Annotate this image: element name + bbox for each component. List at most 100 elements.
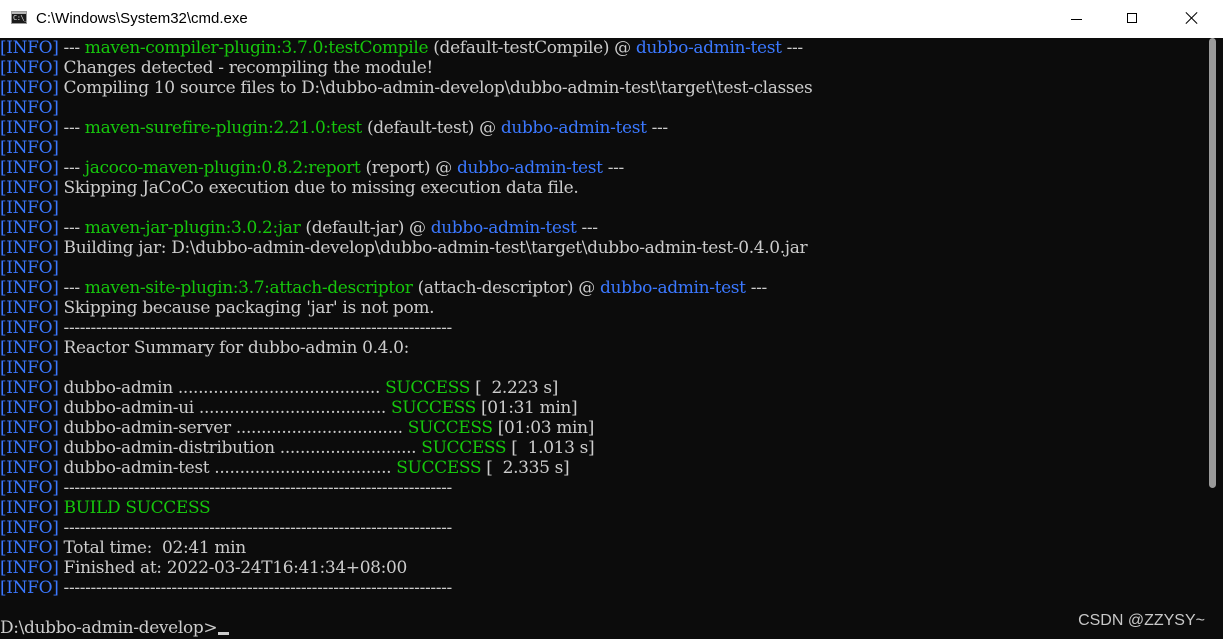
log-text: [ 1.013 s] (506, 438, 595, 458)
success-status: SUCCESS (390, 398, 476, 418)
console-line: [INFO] --- maven-jar-plugin:3.0.2:jar (d… (0, 218, 812, 238)
console-line: [INFO] (0, 258, 812, 278)
console-line: [INFO] Compiling 10 source files to D:\d… (0, 78, 813, 98)
minimize-icon (1071, 19, 1082, 20)
console-line: [INFO] (0, 198, 812, 218)
success-status: SUCCESS (407, 418, 493, 438)
console-line: [INFO] dubbo-admin .....................… (0, 378, 812, 398)
log-text: Finished at: 2022-03-24T16:41:34+08:00 (58, 558, 408, 578)
log-level-tag: [INFO] (0, 98, 59, 118)
console-line: [INFO] Changes detected - recompiling th… (0, 58, 812, 78)
cmd-icon: C:\_ (11, 11, 28, 24)
maximize-button[interactable] (1105, 0, 1161, 38)
console-line: [INFO] (0, 98, 812, 118)
success-status: SUCCESS (396, 458, 482, 478)
log-level-tag: [INFO] (0, 298, 59, 318)
log-level-tag: [INFO] (0, 538, 59, 558)
log-text: Total time: 02:41 min (58, 538, 247, 558)
log-level-tag: [INFO] (0, 378, 59, 398)
log-level-tag: [INFO] (0, 358, 59, 378)
minimize-button[interactable] (1049, 0, 1105, 38)
log-text: --- (58, 118, 85, 138)
plugin-goal: maven-site-plugin:3.7:attach-descriptor (84, 278, 413, 298)
log-text: Skipping because packaging 'jar' is not … (58, 298, 435, 318)
console-line: [INFO] dubbo-admin-distribution ........… (0, 438, 812, 458)
log-level-tag: [INFO] (0, 198, 59, 218)
close-button[interactable] (1161, 0, 1223, 38)
prompt-path: D:\dubbo-admin-develop> (0, 618, 218, 638)
log-text: (default-test) @ (361, 118, 501, 138)
log-text: ----------------------------------------… (58, 318, 453, 338)
log-text: dubbo-admin-server .....................… (58, 418, 408, 438)
close-icon (1185, 11, 1199, 25)
command-prompt-line: D:\dubbo-admin-develop> (0, 618, 812, 638)
log-level-tag: [INFO] (0, 578, 59, 598)
log-text: --- (745, 278, 768, 298)
log-level-tag: [INFO] (0, 138, 59, 158)
log-text: Skipping JaCoCo execution due to missing… (58, 178, 579, 198)
plugin-goal: jacoco-maven-plugin:0.8.2:report (84, 158, 361, 178)
scrollbar-thumb[interactable] (1209, 38, 1216, 488)
log-level-tag: [INFO] (0, 338, 59, 358)
project-name: dubbo-admin-test (430, 218, 577, 238)
log-level-tag: [INFO] (0, 478, 59, 498)
plugin-goal: maven-jar-plugin:3.0.2:jar (84, 218, 301, 238)
log-text: ----------------------------------------… (58, 578, 453, 598)
log-text: ----------------------------------------… (58, 518, 453, 538)
plugin-goal: maven-compiler-plugin:3.7.0:testCompile (84, 38, 429, 58)
console-line: [INFO] ---------------------------------… (0, 318, 812, 338)
log-text: dubbo-admin-test .......................… (58, 458, 397, 478)
log-text: [01:03 min] (492, 418, 595, 438)
log-level-tag: [INFO] (0, 438, 59, 458)
console-line: [INFO] (0, 138, 812, 158)
log-text: ----------------------------------------… (58, 478, 453, 498)
project-name: dubbo-admin-test (500, 118, 647, 138)
success-status: SUCCESS (421, 438, 507, 458)
console-line: [INFO] --- maven-surefire-plugin:2.21.0:… (0, 118, 812, 138)
console-line: [INFO] --- maven-site-plugin:3.7:attach-… (0, 278, 812, 298)
watermark: CSDN @ZZYSY~ (1078, 612, 1205, 629)
log-level-tag: [INFO] (0, 278, 59, 298)
log-text: [ 2.223 s] (470, 378, 559, 398)
console-line: [INFO] dubbo-admin-ui ..................… (0, 398, 812, 418)
console-line: [INFO] Finished at: 2022-03-24T16:41:34+… (0, 558, 812, 578)
log-text: --- (58, 38, 85, 58)
console-lines: [INFO] --- maven-compiler-plugin:3.7.0:t… (0, 38, 813, 638)
log-text: (attach-descriptor) @ (412, 278, 600, 298)
text-cursor (218, 632, 230, 635)
log-text: (report) @ (360, 158, 457, 178)
log-text: Reactor Summary for dubbo-admin 0.4.0: (58, 338, 410, 358)
console-line: [INFO] Skipping because packaging 'jar' … (0, 298, 812, 318)
log-text: --- (58, 278, 85, 298)
log-level-tag: [INFO] (0, 398, 59, 418)
project-name: dubbo-admin-test (599, 278, 746, 298)
log-text: --- (58, 218, 85, 238)
log-level-tag: [INFO] (0, 318, 59, 338)
vertical-scrollbar[interactable] (1205, 38, 1223, 639)
log-text: --- (602, 158, 625, 178)
log-level-tag: [INFO] (0, 218, 59, 238)
console-line: [INFO] --- maven-compiler-plugin:3.7.0:t… (0, 38, 812, 58)
log-level-tag: [INFO] (0, 38, 59, 58)
project-name: dubbo-admin-test (635, 38, 782, 58)
log-level-tag: [INFO] (0, 118, 59, 138)
console-line: [INFO] Skipping JaCoCo execution due to … (0, 178, 812, 198)
console-line: [INFO] ---------------------------------… (0, 478, 812, 498)
log-level-tag: [INFO] (0, 78, 59, 98)
title-bar[interactable]: C:\_ C:\Windows\System32\cmd.exe (0, 0, 1223, 38)
console-output[interactable]: [INFO] --- maven-compiler-plugin:3.7.0:t… (0, 38, 1205, 639)
log-text: --- (58, 158, 85, 178)
log-text: Building jar: D:\dubbo-admin-develop\dub… (58, 238, 808, 258)
log-level-tag: [INFO] (0, 258, 59, 278)
console-line: [INFO] Reactor Summary for dubbo-admin 0… (0, 338, 812, 358)
log-level-tag: [INFO] (0, 418, 59, 438)
console-line: [INFO] ---------------------------------… (0, 578, 812, 598)
cmd-window: C:\_ C:\Windows\System32\cmd.exe [INFO] … (0, 0, 1223, 639)
log-text: (default-jar) @ (300, 218, 431, 238)
console-line: [INFO] --- jacoco-maven-plugin:0.8.2:rep… (0, 158, 812, 178)
log-text: dubbo-admin-distribution ...............… (58, 438, 422, 458)
log-level-tag: [INFO] (0, 178, 59, 198)
console-line: [INFO] Total time: 02:41 min (0, 538, 812, 558)
success-status: SUCCESS (385, 378, 471, 398)
